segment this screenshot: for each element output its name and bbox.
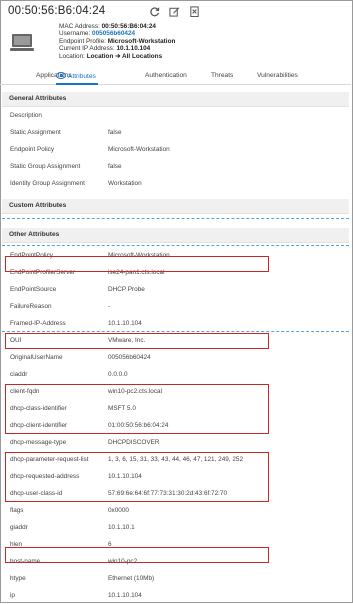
attribute-key: Framed-IP-Address <box>10 320 66 327</box>
tab-authentication[interactable]: Authentication <box>145 72 187 79</box>
endpoint-profile-value: Microsoft-Workstation <box>107 37 176 45</box>
attribute-value: 10.1.10.104 <box>108 592 142 599</box>
general-attributes-header: General Attributes <box>2 92 349 107</box>
attribute-key: dhcp-message-type <box>10 439 67 446</box>
current-ip-value: 10.1.10.104 <box>116 45 151 53</box>
section-divider <box>2 218 349 219</box>
attribute-value: 10.1.10.1 <box>108 524 135 531</box>
table-row: Static Group Assignment false <box>0 158 351 175</box>
attribute-value: false <box>108 163 122 170</box>
current-ip-row: Current IP Address: 10.1.10.104 <box>59 45 175 52</box>
attribute-key: Static Group Assignment <box>10 163 81 170</box>
general-attributes-table: Description Static Assignment false Endpo… <box>0 107 351 192</box>
table-row: ip 10.1.10.104 <box>0 587 351 604</box>
username-label: Username: <box>59 30 91 38</box>
attribute-key: Endpoint Policy <box>10 146 55 153</box>
attribute-key: FailureReason <box>10 303 52 310</box>
attribute-value: 0.0.0.0 <box>108 371 128 378</box>
tab-threats[interactable]: Threats <box>211 72 233 79</box>
mac-address-row: MAC Address: 00:50:56:B6:04:24 <box>59 23 175 30</box>
table-row: Description <box>0 107 351 124</box>
table-row: Framed-IP-Address 10.1.10.104 <box>0 315 351 332</box>
highlight-box-dhcp-request <box>5 452 269 502</box>
attribute-key: htype <box>10 575 26 582</box>
endpoint-profile-label: Endpoint Profile: <box>59 37 106 45</box>
edit-icon[interactable] <box>169 6 180 17</box>
location-value: Location ➔ All Locations <box>86 52 163 60</box>
attribute-key: flags <box>10 507 24 514</box>
endpoint-summary: MAC Address: 00:50:56:B6:04:24 Username:… <box>59 23 175 60</box>
table-row: EndPointSource DHCP Probe <box>0 281 351 298</box>
delete-icon[interactable] <box>189 6 200 17</box>
table-row: ciaddr 0.0.0.0 <box>0 366 351 383</box>
highlight-box-oui <box>5 333 269 349</box>
highlight-box-endpointsource <box>5 256 269 272</box>
highlight-box-host-name <box>5 547 269 563</box>
attribute-value: Ethernet (10Mb) <box>108 575 155 582</box>
attribute-value: 10.1.10.104 <box>108 320 142 327</box>
table-row: htype Ethernet (10Mb) <box>0 570 351 587</box>
table-row: Identity Group Assignment Workstation <box>0 175 351 192</box>
username-link[interactable]: 005056b60424 <box>92 30 135 37</box>
active-tab-indicator <box>56 83 98 85</box>
table-row: OriginalUserName 005056b60424 <box>0 349 351 366</box>
table-row: dhcp-message-type DHCPDISCOVER <box>0 434 351 451</box>
attribute-key: Static Assignment <box>10 129 61 136</box>
table-row: Static Assignment false <box>0 124 351 141</box>
attribute-key: ciaddr <box>10 371 28 378</box>
location-row: Location: Location ➔ All Locations <box>59 53 175 60</box>
table-row: flags 0x0000 <box>0 502 351 519</box>
attribute-value: false <box>108 129 122 136</box>
attribute-key: Description <box>10 112 42 119</box>
attribute-value: 005056b60424 <box>108 354 151 361</box>
tab-attributes[interactable]: Attributes <box>56 72 96 80</box>
attribute-key: EndPointSource <box>10 286 57 293</box>
mac-address-label: MAC Address: <box>59 23 100 30</box>
table-row: Endpoint Policy Microsoft-Workstation <box>0 141 351 158</box>
tab-attributes-label: Attributes <box>68 73 96 80</box>
attribute-value: 0x0000 <box>108 507 129 514</box>
header-actions <box>149 6 200 17</box>
endpoint-profile-row: Endpoint Profile: Microsoft-Workstation <box>59 38 175 45</box>
attribute-key: Identity Group Assignment <box>10 180 85 187</box>
other-attributes-title: Other Attributes <box>9 231 60 238</box>
table-row: FailureReason - <box>0 298 351 315</box>
page-title: 00:50:56:B6:04:24 <box>8 5 106 17</box>
location-label: Location: <box>59 52 85 60</box>
tab-vulnerabilities[interactable]: Vulnerabilities <box>257 72 298 79</box>
username-row: Username: 005056b60424 <box>59 30 175 37</box>
attribute-value: - <box>108 303 111 310</box>
custom-attributes-header: Custom Attributes <box>2 199 349 214</box>
tab-bar: Applications Attributes Authentication T… <box>0 70 351 85</box>
attribute-key: OriginalUserName <box>10 354 63 361</box>
eye-icon <box>56 72 66 79</box>
other-attributes-header: Other Attributes <box>2 228 349 243</box>
custom-attributes-title: Custom Attributes <box>9 202 67 209</box>
section-divider <box>2 245 349 246</box>
attribute-value: Workstation <box>108 180 142 187</box>
attribute-key: ip <box>10 592 15 599</box>
computer-icon <box>10 34 34 51</box>
highlight-box-client-identifiers <box>5 384 269 434</box>
attribute-value: Microsoft-Workstation <box>108 146 170 153</box>
section-divider <box>2 331 349 332</box>
header: 00:50:56:B6:04:24 <box>8 5 346 21</box>
mac-address-value: 00:50:56:B6:04:24 <box>101 23 156 30</box>
attribute-value: DHCP Probe <box>108 286 145 293</box>
general-attributes-title: General Attributes <box>9 95 67 102</box>
refresh-icon[interactable] <box>149 6 160 17</box>
table-row: giaddr 10.1.10.1 <box>0 519 351 536</box>
attribute-value: DHCPDISCOVER <box>108 439 160 446</box>
current-ip-label: Current IP Address: <box>59 45 115 53</box>
attribute-key: giaddr <box>10 524 28 531</box>
